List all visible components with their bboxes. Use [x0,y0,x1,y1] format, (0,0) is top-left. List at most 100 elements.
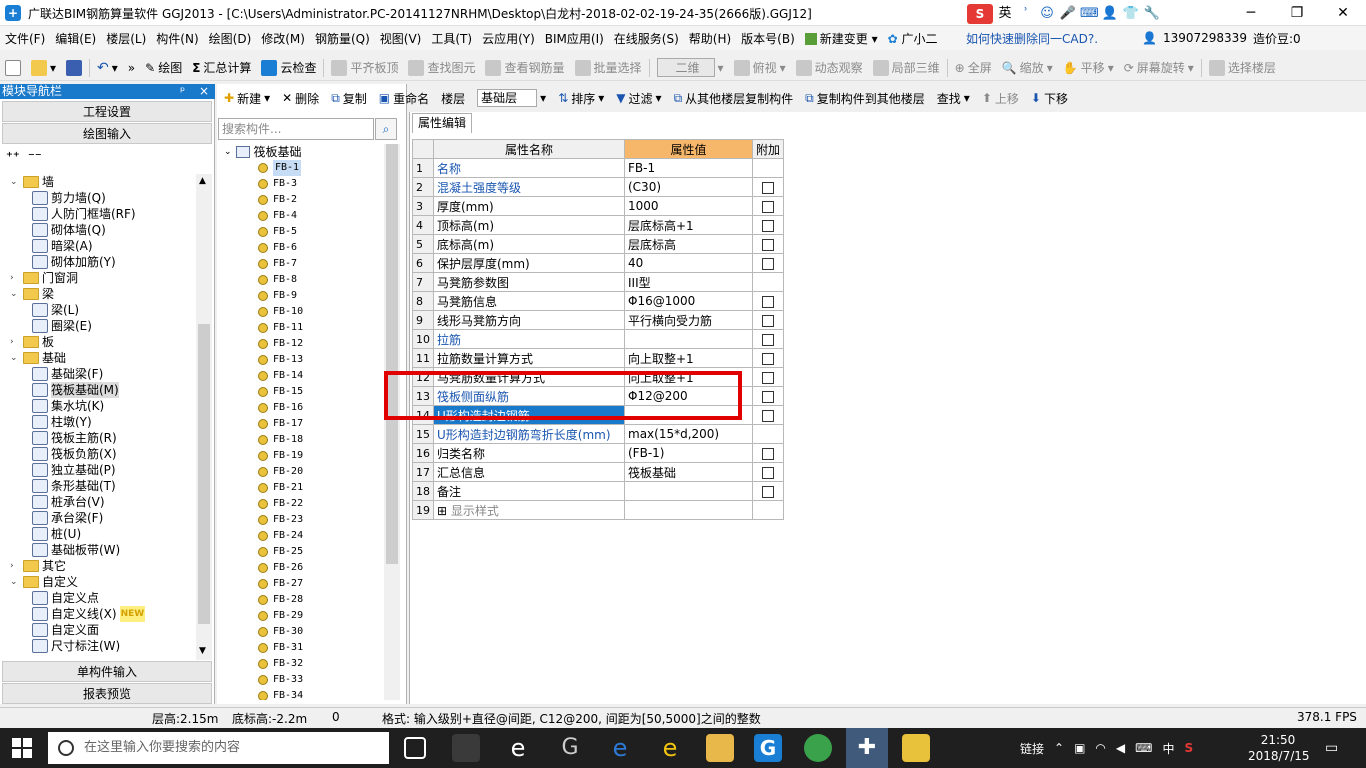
notes-app-icon[interactable] [902,734,930,762]
tree-item[interactable]: 集水坑(K) [32,398,104,414]
search-icon[interactable]: ⌕ [375,118,397,140]
close-button[interactable]: ✕ [1320,0,1366,26]
menu-bim[interactable]: BIM应用(I) [540,30,609,47]
extra-checkbox[interactable] [762,333,774,346]
extra-cell[interactable] [751,177,785,197]
property-value-cell[interactable]: 1000 [624,196,753,216]
menu-help[interactable]: 帮助(H) [684,30,736,47]
clock[interactable]: 21:50 2018/7/15 [1248,732,1310,764]
batch-select-button[interactable]: 批量选择 [570,56,647,80]
component-list-item[interactable]: FB-34 [258,688,303,700]
report-preview-button[interactable]: 报表预览 [2,683,212,704]
extra-checkbox[interactable] [762,181,774,194]
tree-item[interactable]: 独立基础(P) [32,462,116,478]
component-list-item[interactable]: FB-5 [258,224,297,240]
component-list-scrollbar[interactable] [384,144,400,700]
tree-item[interactable]: 柱墩(Y) [32,414,92,430]
property-row[interactable]: 9 线形马凳筋方向 平行横向受力筋 [412,310,785,330]
property-value-cell[interactable]: 平行横向受力筋 [624,310,753,330]
emoji-icon[interactable]: ☺ [1038,5,1056,23]
property-value-cell[interactable]: FB-1 [624,158,753,178]
extra-checkbox[interactable] [762,314,774,327]
component-list-item[interactable]: FB-22 [258,496,303,512]
scroll-down-icon[interactable]: ▼ [199,646,206,656]
menu-online[interactable]: 在线服务(S) [609,30,684,47]
tip-link[interactable]: 如何快速删除同一CAD?. [966,30,1098,47]
tree-item[interactable]: 砌体加筋(Y) [32,254,116,270]
extra-cell[interactable] [751,329,785,349]
property-name-cell[interactable]: 线形马凳筋方向 [433,310,625,330]
menu-floor[interactable]: 楼层(L) [101,30,151,47]
menu-modify[interactable]: 修改(M) [256,30,310,47]
select-floor-button[interactable]: 选择楼层 [1204,56,1281,80]
component-list-item[interactable]: FB-16 [258,400,303,416]
property-value-cell[interactable]: Φ16@1000 [624,291,753,311]
menu-component[interactable]: 构件(N) [151,30,203,47]
extra-cell[interactable] [751,481,785,501]
property-row[interactable]: 16 归类名称 (FB-1) [412,443,785,463]
minimize-button[interactable]: ─ [1228,0,1274,26]
sum-calc-button[interactable]: Σ 汇总计算 [187,56,256,80]
tree-folder[interactable]: ⌄ 墙 [10,174,54,190]
extra-checkbox[interactable] [762,200,774,213]
menu-cloud[interactable]: 云应用(Y) [477,30,540,47]
find-button[interactable]: 查找 ▾ [931,90,976,107]
property-row[interactable]: 18 备注 [412,481,785,501]
expand-icon[interactable]: › [10,558,20,574]
save-button[interactable] [61,56,87,80]
search-input[interactable]: 搜索构件... [218,118,374,140]
tree-item[interactable]: 桩(U) [32,526,81,542]
ime-toolbar[interactable]: S 英 ʾ ☺ 🎤 ⌨ 👤 👕 🔧 [967,3,1173,25]
component-list-item[interactable]: FB-21 [258,480,303,496]
property-value-cell[interactable] [624,500,753,520]
new-file-button[interactable] [0,56,26,80]
component-list-item[interactable]: FB-17 [258,416,303,432]
property-name-cell[interactable]: 拉筋数量计算方式 [433,348,625,368]
expand-plus-icon[interactable]: ⊞ [437,504,451,518]
component-list-item[interactable]: FB-24 [258,528,303,544]
tree-item[interactable]: 自定义面 [32,622,99,638]
copy-button[interactable]: ⧉ 复制 [325,90,373,107]
property-value-cell[interactable] [624,329,753,349]
fullscreen-button[interactable]: ⊕ 全屏 [950,56,997,80]
property-row[interactable]: 8 马凳筋信息 Φ16@1000 [412,291,785,311]
file-explorer-icon[interactable] [706,734,734,762]
tree-folder[interactable]: ⌄ 基础 [10,350,66,366]
property-value-cell[interactable] [624,481,753,501]
collapse-all-icon[interactable]: ⁻⁻ [28,150,42,165]
phone-number[interactable]: 13907298339 [1163,31,1247,45]
component-list-item[interactable]: FB-11 [258,320,303,336]
punctuation-icon[interactable]: ʾ [1017,5,1035,23]
property-row[interactable]: 4 顶标高(m) 层底标高+1 [412,215,785,235]
dynamic-view-button[interactable]: 动态观察 [791,56,868,80]
user-icon[interactable]: 👤 [1101,5,1119,23]
component-list-item[interactable]: FB-10 [258,304,303,320]
property-name-cell[interactable]: 厚度(mm) [433,196,625,216]
component-list-item[interactable]: FB-2 [258,192,297,208]
property-row[interactable]: 2 混凝土强度等级 (C30) [412,177,785,197]
move-down-button[interactable]: ⬇ 下移 [1025,90,1074,107]
extra-cell[interactable] [751,443,785,463]
ime-indicator[interactable]: 中 [1162,740,1174,757]
component-list-item[interactable]: FB-13 [258,352,303,368]
tree-item[interactable]: 承台梁(F) [32,510,103,526]
open-button[interactable]: ▾ [26,56,61,80]
close-panel-icon[interactable]: × [199,84,209,99]
property-name-cell[interactable]: 底标高(m) [433,234,625,254]
keyboard-icon[interactable]: ⌨ [1135,741,1152,755]
component-list-item[interactable]: FB-30 [258,624,303,640]
ie-icon[interactable]: e [504,734,532,762]
property-value-cell[interactable]: III型 [624,272,753,292]
extra-cell[interactable] [751,291,785,311]
tree-folder[interactable]: › 板 [10,334,54,350]
extra-checkbox[interactable] [762,447,774,460]
component-list-item[interactable]: FB-25 [258,544,303,560]
property-row[interactable]: 5 底标高(m) 层底标高 [412,234,785,254]
property-row[interactable]: 1 名称 FB-1 [412,158,785,178]
property-name-cell[interactable]: ⊞ 显示样式 [433,500,625,520]
component-list-item[interactable]: FB-29 [258,608,303,624]
tree-item[interactable]: 自定义线(X) NEW [32,606,146,622]
property-row[interactable]: 19 ⊞ 显示样式 [412,500,785,520]
scroll-thumb[interactable] [386,144,398,564]
delete-button[interactable]: ✕ 删除 [276,90,325,107]
